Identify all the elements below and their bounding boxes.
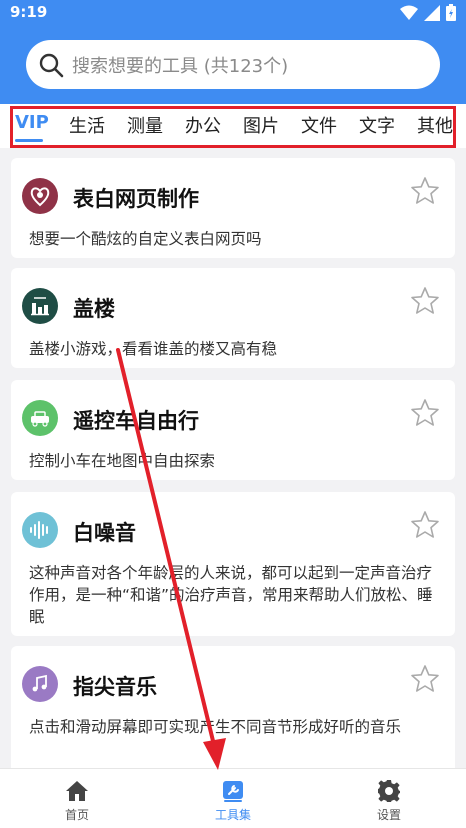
header: 9:19 搜索想要的工具 (共123个) <box>0 0 466 104</box>
card-description: 盖楼小游戏，看看谁盖的楼又高有稳 <box>29 340 278 358</box>
card-description: 这种声音对各个年龄层的人来说，都可以起到一定声音治疗作用，是一种“和谐”的治疗声… <box>29 564 433 626</box>
car-icon <box>22 400 58 436</box>
star-icon[interactable] <box>410 664 440 694</box>
card-title: 盖楼 <box>73 297 115 321</box>
tool-card[interactable]: 白噪音 这种声音对各个年龄层的人来说，都可以起到一定声音治疗作用，是一种“和谐”… <box>11 492 455 636</box>
search-icon <box>39 53 64 78</box>
soundwave-icon <box>22 512 58 548</box>
tab-image[interactable]: 图片 <box>243 112 279 138</box>
tab-file[interactable]: 文件 <box>301 112 337 138</box>
tool-card[interactable]: 盖楼 盖楼小游戏，看看谁盖的楼又高有稳 <box>11 268 455 368</box>
tab-office[interactable]: 办公 <box>185 112 221 138</box>
category-tabs: VIP 生活 测量 办公 图片 文件 文字 其他 <box>0 104 466 148</box>
toolbox-icon <box>223 781 243 802</box>
card-description: 想要一个酷炫的自定义表白网页吗 <box>29 230 262 248</box>
status-time: 9:19 <box>10 3 48 21</box>
battery-icon <box>446 4 456 21</box>
nav-home-label: 首页 <box>64 808 89 822</box>
card-title: 表白网页制作 <box>73 187 199 211</box>
status-icons <box>400 4 456 21</box>
card-description: 控制小车在地图中自由探索 <box>29 452 216 470</box>
gear-icon <box>378 780 400 802</box>
active-tab-indicator <box>15 139 43 142</box>
nav-toolbox-label: 工具集 <box>214 808 251 822</box>
music-icon <box>22 666 58 702</box>
star-icon[interactable] <box>410 176 440 206</box>
tool-card[interactable]: 表白网页制作 想要一个酷炫的自定义表白网页吗 <box>11 158 455 258</box>
star-icon[interactable] <box>410 510 440 540</box>
star-icon[interactable] <box>410 398 440 428</box>
wifi-icon <box>400 5 418 20</box>
tool-list[interactable]: 表白网页制作 想要一个酷炫的自定义表白网页吗 盖楼 盖楼小游戏，看看谁盖的楼又高… <box>0 148 466 768</box>
tab-text[interactable]: 文字 <box>359 112 395 138</box>
nav-home[interactable]: 首页 <box>27 769 127 828</box>
tab-vip[interactable]: VIP <box>15 112 49 133</box>
tool-card[interactable]: 遥控车自由行 控制小车在地图中自由探索 <box>11 380 455 480</box>
tab-life[interactable]: 生活 <box>69 112 105 138</box>
tool-card[interactable]: 指尖音乐 点击和滑动屏幕即可实现产生不同音节形成好听的音乐 <box>11 646 455 768</box>
card-title: 遥控车自由行 <box>73 409 199 433</box>
tab-measure[interactable]: 测量 <box>127 112 163 138</box>
card-title: 指尖音乐 <box>73 675 157 699</box>
signal-icon <box>424 4 440 21</box>
search-box[interactable]: 搜索想要的工具 (共123个) <box>26 40 440 89</box>
card-title: 白噪音 <box>73 521 136 545</box>
nav-settings-label: 设置 <box>376 808 401 822</box>
building-icon <box>22 288 58 324</box>
nav-toolbox[interactable]: 工具集 <box>183 769 283 828</box>
status-bar: 9:19 <box>0 0 466 26</box>
tab-other[interactable]: 其他 <box>417 112 453 138</box>
nav-settings[interactable]: 设置 <box>339 769 439 828</box>
home-icon <box>66 781 88 801</box>
card-description: 点击和滑动屏幕即可实现产生不同音节形成好听的音乐 <box>29 718 402 736</box>
search-input[interactable]: 搜索想要的工具 (共123个) <box>72 52 288 78</box>
heart-badge-icon <box>22 178 58 214</box>
bottom-nav: 首页 工具集 设置 <box>0 768 466 828</box>
star-icon[interactable] <box>410 286 440 316</box>
